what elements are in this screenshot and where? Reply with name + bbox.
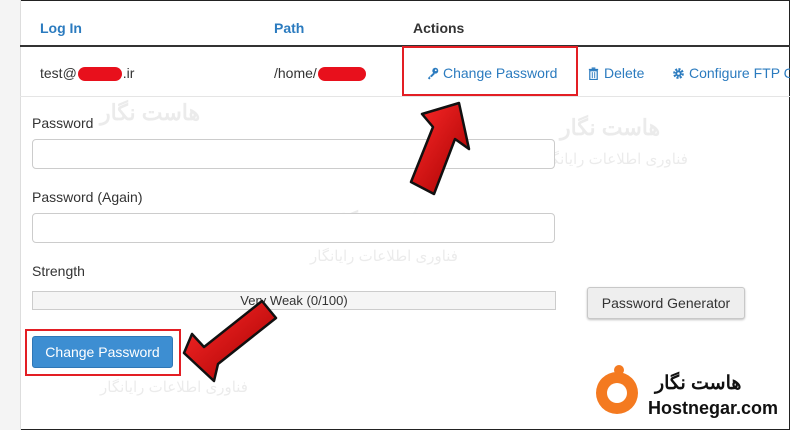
brand-name-en: Hostnegar.com — [648, 398, 779, 418]
brand-logo-icon — [596, 372, 638, 414]
arrow-pointer-icon — [182, 299, 278, 383]
brand-logo-dot — [614, 365, 624, 375]
brand-name-fa: هاست نگار — [655, 373, 742, 394]
annotation-arrows — [182, 101, 471, 383]
arrow-pointer-icon — [409, 101, 471, 196]
